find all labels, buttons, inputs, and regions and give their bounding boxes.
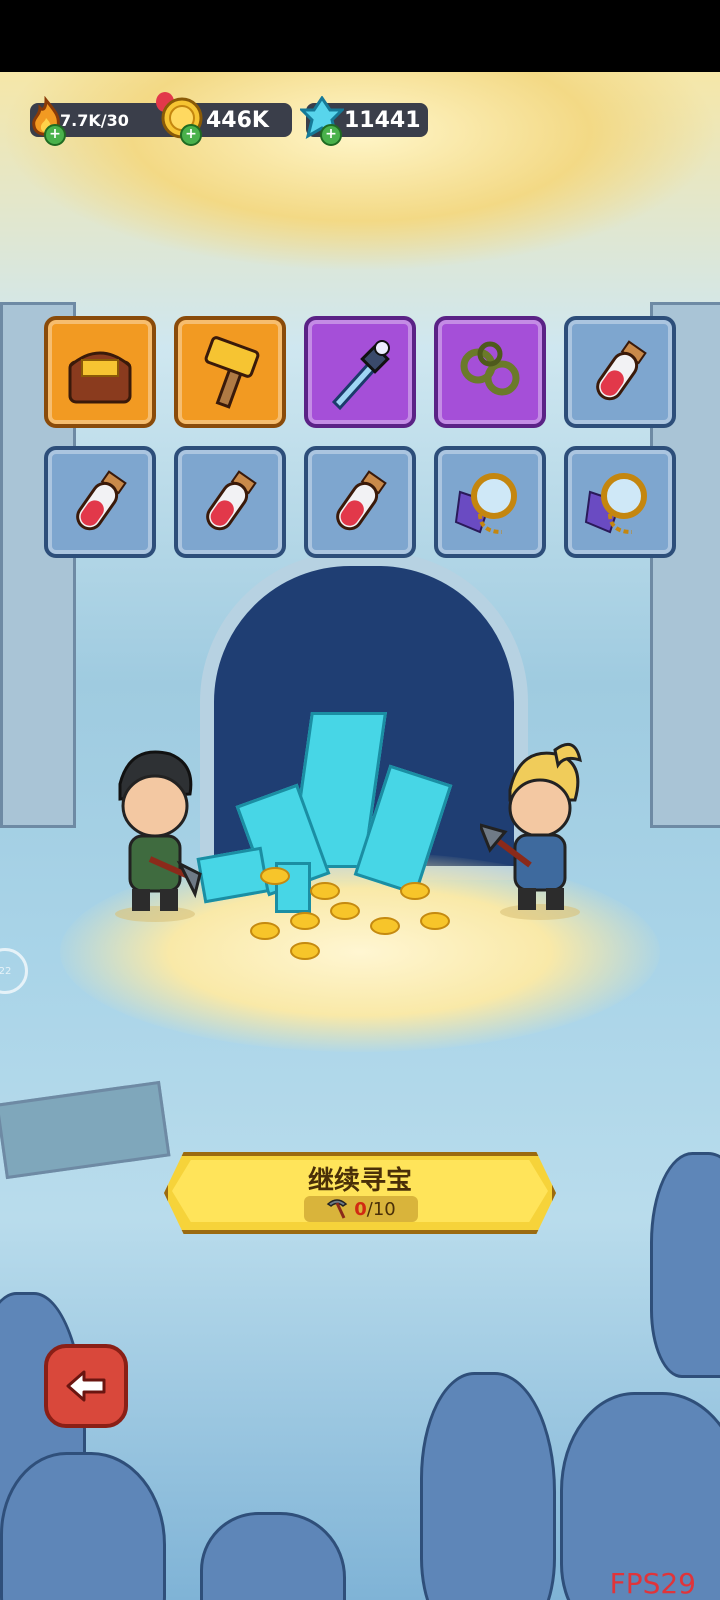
status-bar xyxy=(0,0,720,72)
add-energy-icon[interactable]: + xyxy=(44,124,66,146)
item-slot[interactable] xyxy=(564,316,676,428)
back-arrow-icon xyxy=(66,1370,106,1402)
item-slot[interactable] xyxy=(174,316,286,428)
coin xyxy=(370,917,400,935)
coin xyxy=(310,882,340,900)
add-gems-icon[interactable]: + xyxy=(320,124,342,146)
item-slot[interactable] xyxy=(44,316,156,428)
rock xyxy=(0,1452,166,1600)
treasure-chest-icon xyxy=(68,351,132,404)
coin xyxy=(290,942,320,960)
attempts-current: 0 xyxy=(354,1198,367,1220)
button-label: 继续寻宝 xyxy=(307,1166,412,1196)
coin xyxy=(400,882,430,900)
red-potion-icon xyxy=(206,470,257,531)
miner-character-right xyxy=(480,742,582,920)
item-slot[interactable] xyxy=(44,446,156,558)
miner-character-left xyxy=(115,750,202,922)
item-slot[interactable] xyxy=(434,316,546,428)
rock xyxy=(650,1152,720,1378)
attempts-counter: 0/10 xyxy=(304,1196,418,1222)
coin xyxy=(420,912,450,930)
frost-sword-icon xyxy=(331,340,390,411)
hammer-icon xyxy=(204,336,260,409)
back-button[interactable] xyxy=(44,1344,128,1428)
item-slot[interactable] xyxy=(174,446,286,558)
red-potion-icon xyxy=(76,470,127,531)
item-slot[interactable] xyxy=(304,446,416,558)
monocle-lens-icon xyxy=(584,473,647,534)
red-potion-icon xyxy=(336,470,387,531)
coin xyxy=(250,922,280,940)
rock xyxy=(420,1372,556,1600)
pickaxe-icon xyxy=(327,1199,348,1219)
thorn-vine-icon xyxy=(460,341,520,396)
fallen-pillar xyxy=(0,1080,171,1180)
gem-counter[interactable]: 11441 + xyxy=(300,96,428,146)
energy-counter[interactable]: 7.7K/30 + xyxy=(30,92,180,146)
rock xyxy=(200,1512,346,1600)
item-slot[interactable] xyxy=(564,446,676,558)
item-slot[interactable] xyxy=(434,446,546,558)
fps-counter: FPS29 xyxy=(609,1567,696,1600)
coin xyxy=(330,902,360,920)
monocle-lens-icon xyxy=(454,473,517,534)
coin xyxy=(290,912,320,930)
gold-counter[interactable]: 446K + xyxy=(161,97,292,146)
item-slot[interactable] xyxy=(304,316,416,428)
coin xyxy=(260,867,290,885)
red-potion-icon xyxy=(596,340,647,401)
attempts-total: /10 xyxy=(366,1198,396,1220)
continue-treasure-hunt-button[interactable]: 继续寻宝 0/10 xyxy=(164,1152,556,1234)
add-gold-icon[interactable]: + xyxy=(180,124,202,146)
